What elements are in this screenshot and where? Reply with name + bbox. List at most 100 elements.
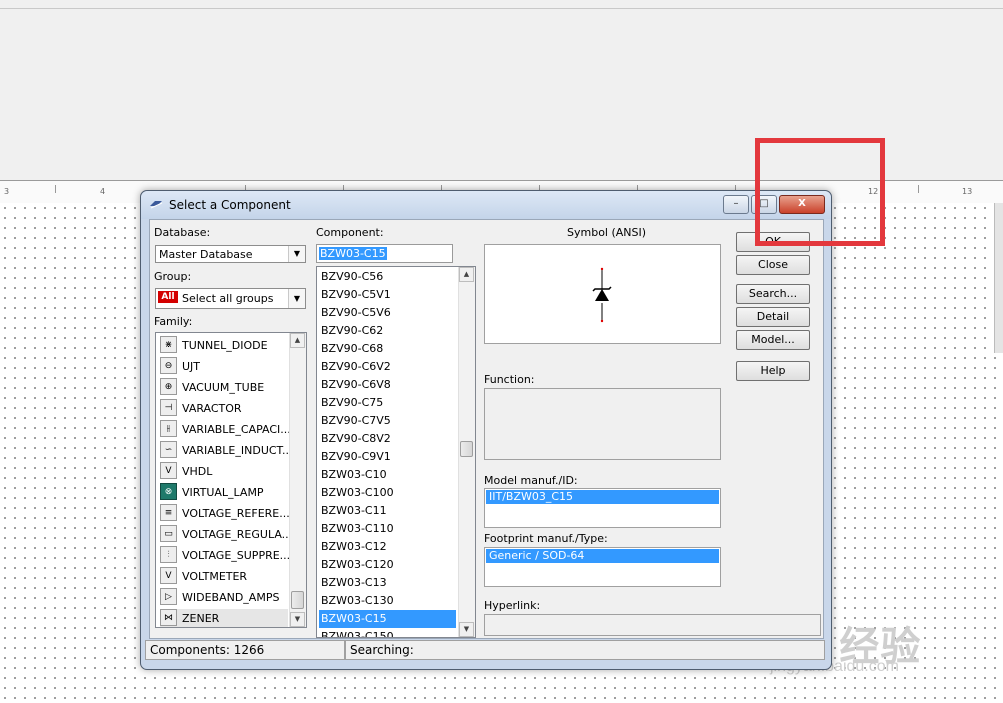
search-button[interactable]: Search... (736, 284, 810, 304)
family-item[interactable]: ⋈ ZENER (160, 609, 288, 627)
family-item[interactable]: ▷ WIDEBAND_AMPS (160, 588, 288, 609)
family-item[interactable]: ⫲ VARIABLE_CAPACI... (160, 420, 291, 441)
component-item[interactable]: BZW03-C130 (319, 592, 456, 610)
scroll-thumb[interactable] (291, 591, 304, 609)
searching-status: Searching: (345, 640, 825, 660)
zener-diode-symbol (592, 267, 612, 323)
ruler-tick (55, 185, 56, 193)
component-item[interactable]: BZW03-C100 (319, 484, 456, 502)
zener-icon: ⋈ (160, 609, 177, 626)
dialog-client-area: Database: Master Database ▼ Group: All S… (149, 219, 824, 639)
voltage-regulator-icon: ▭ (160, 525, 177, 542)
component-item[interactable]: BZW03-C15 (319, 610, 456, 628)
hyperlink-label: Hyperlink: (484, 599, 541, 612)
footprint-row-selected[interactable]: Generic / SOD-64 (486, 549, 719, 563)
family-list-scrollbar[interactable]: ▲ ▼ (289, 333, 306, 627)
component-item[interactable]: BZV90-C68 (319, 340, 456, 358)
component-input-value: BZW03-C15 (319, 247, 387, 260)
model-row-selected[interactable]: IIT/BZW03_C15 (486, 490, 719, 504)
component-item[interactable]: BZW03-C120 (319, 556, 456, 574)
function-label: Function: (484, 373, 535, 386)
hyperlink-box[interactable] (484, 614, 821, 636)
component-item[interactable]: BZV90-C75 (319, 394, 456, 412)
scroll-thumb[interactable] (460, 441, 473, 457)
vacuum-tube-icon: ⊕ (160, 378, 177, 395)
scroll-up-icon[interactable]: ▲ (290, 333, 305, 348)
group-label: Group: (154, 270, 192, 283)
family-item-label: VHDL (182, 465, 213, 478)
help-button[interactable]: Help (736, 361, 810, 381)
minimize-button[interactable]: – (723, 195, 749, 214)
family-item[interactable]: ≡ VOLTAGE_REFERE... (160, 504, 290, 525)
component-item[interactable]: BZV90-C6V8 (319, 376, 456, 394)
component-item[interactable]: BZW03-C12 (319, 538, 456, 556)
group-value: Select all groups (182, 292, 274, 305)
scroll-down-icon[interactable]: ▼ (290, 612, 305, 627)
vhdl-icon: V (160, 462, 177, 479)
scroll-down-icon[interactable]: ▼ (459, 622, 474, 637)
tunnel-diode-icon: ⋇ (160, 336, 177, 353)
canvas-vertical-scrollbar[interactable] (994, 203, 1003, 353)
close-button[interactable]: Close (736, 255, 810, 275)
variable-inductor-icon: ∽ (160, 441, 177, 458)
family-item[interactable]: ⋇ TUNNEL_DIODE (160, 336, 288, 357)
dialog-titlebar[interactable]: Select a Component – □ X (141, 191, 831, 219)
ujt-icon: ⊖ (160, 357, 177, 374)
component-list-scrollbar[interactable]: ▲ ▼ (458, 267, 475, 637)
virtual-lamp-icon: ⊗ (160, 483, 177, 500)
family-item-label: VIRTUAL_LAMP (182, 486, 264, 499)
chevron-down-icon: ▼ (288, 246, 305, 262)
family-item[interactable]: ▭ VOLTAGE_REGULA... (160, 525, 292, 546)
footprint-list[interactable]: Generic / SOD-64 (484, 547, 721, 587)
symbol-preview (484, 244, 721, 344)
component-item[interactable]: BZV90-C8V2 (319, 430, 456, 448)
component-label: Component: (316, 226, 384, 239)
family-list[interactable]: ⋈ ZENER ▷ WIDEBAND_AMPS V VOLTMETER ⫶ VOLTAGE_S… (155, 332, 307, 628)
family-item-label: VARACTOR (182, 402, 242, 415)
component-item[interactable]: BZV90-C62 (319, 322, 456, 340)
scroll-up-icon[interactable]: ▲ (459, 267, 474, 282)
family-item-label: VOLTAGE_REGULA... (182, 528, 293, 541)
family-label: Family: (154, 315, 193, 328)
family-item[interactable]: V VOLTMETER (160, 567, 288, 588)
component-list[interactable]: BZW03-C150 BZW03-C15 BZW03-C130 BZW03-C13 BZ… (316, 266, 476, 638)
component-item[interactable]: BZV90-C56 (319, 268, 456, 286)
model-list[interactable]: IIT/BZW03_C15 (484, 488, 721, 528)
component-item[interactable]: BZV90-C5V6 (319, 304, 456, 322)
family-item[interactable]: V VHDL (160, 462, 288, 483)
variable-capacitor-icon: ⫲ (160, 420, 177, 437)
family-item[interactable]: ⊕ VACUUM_TUBE (160, 378, 288, 399)
component-item[interactable]: BZW03-C10 (319, 466, 456, 484)
component-item[interactable]: BZV90-C5V1 (319, 286, 456, 304)
component-input[interactable]: BZW03-C15 (316, 244, 453, 263)
component-item[interactable]: BZW03-C13 (319, 574, 456, 592)
family-item[interactable]: ⊗ VIRTUAL_LAMP (160, 483, 288, 504)
family-item-label: VARIABLE_INDUCT... (182, 444, 293, 457)
family-item-label: WIDEBAND_AMPS (182, 591, 280, 604)
symbol-label: Symbol (ANSI) (567, 226, 647, 239)
database-select[interactable]: Master Database ▼ (155, 245, 306, 263)
family-item-label: UJT (182, 360, 201, 373)
ruler-tick-label: 13 (962, 187, 973, 196)
component-item[interactable]: BZV90-C7V5 (319, 412, 456, 430)
family-item[interactable]: ⊖ UJT (160, 357, 288, 378)
family-item[interactable]: ∽ VARIABLE_INDUCT... (160, 441, 292, 462)
database-label: Database: (154, 226, 211, 239)
component-item[interactable]: BZW03-C150 (319, 628, 456, 637)
component-item[interactable]: BZV90-C6V2 (319, 358, 456, 376)
group-select[interactable]: All Select all groups ▼ (155, 288, 306, 309)
component-item[interactable]: BZW03-C110 (319, 520, 456, 538)
chevron-down-icon: ▼ (288, 289, 305, 308)
component-item[interactable]: BZW03-C11 (319, 502, 456, 520)
function-box (484, 388, 721, 460)
select-component-dialog: Select a Component – □ X Database: Maste… (140, 190, 832, 670)
detail-report-button[interactable]: Detail Report (736, 307, 810, 341)
wideband-amps-icon: ▷ (160, 588, 177, 605)
family-item-label: VOLTAGE_REFERE... (182, 507, 290, 520)
family-item[interactable]: ⫶ VOLTAGE_SUPPRE... (160, 546, 290, 567)
component-item[interactable]: BZV90-C9V1 (319, 448, 456, 466)
status-bar: Components: 1266 Searching: (141, 638, 831, 662)
family-item[interactable]: ⊣ VARACTOR (160, 399, 288, 420)
database-value: Master Database (159, 248, 253, 261)
model-button[interactable]: Model... (736, 330, 810, 350)
